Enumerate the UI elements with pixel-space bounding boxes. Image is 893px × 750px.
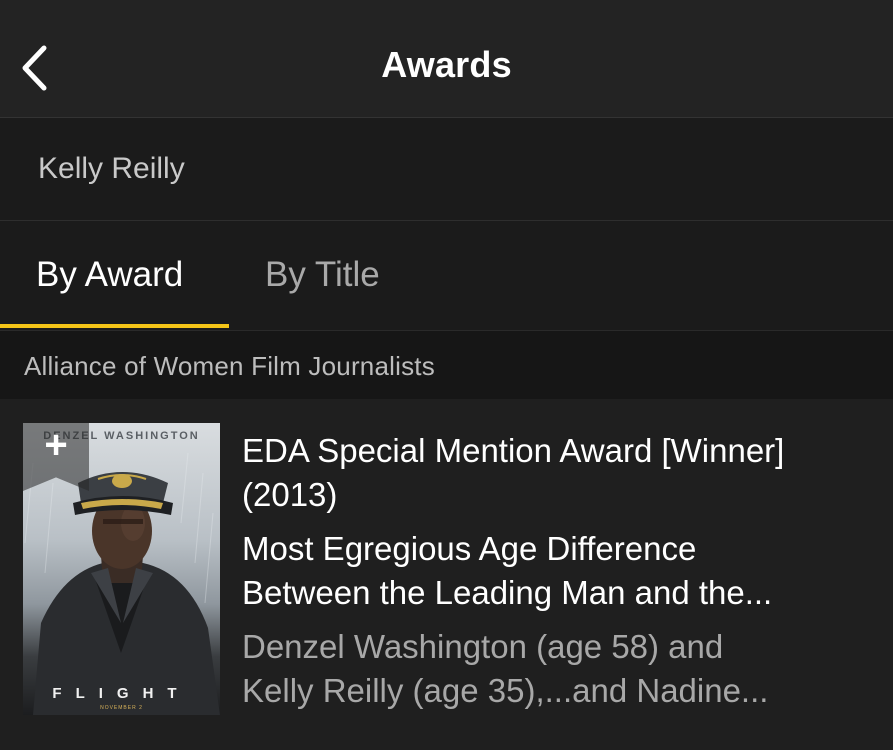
category-line: Most Egregious Age Difference [242, 530, 697, 567]
active-tab-indicator [0, 324, 229, 328]
tab-by-title[interactable]: By Title [229, 221, 429, 331]
tab-by-award[interactable]: By Award [0, 221, 229, 331]
award-year-line: (2013) [242, 476, 338, 513]
awards-screen: Awards Kelly Reilly By Award By Title Al… [0, 0, 893, 750]
award-details: EDA Special Mention Award [Winner] (2013… [242, 429, 872, 713]
recipients-line: Kelly Reilly (age 35),...and Nadine... [242, 672, 769, 709]
award-list-item[interactable]: DENZEL WASHINGTON FLIGHT NOVEMBER 2 + ED… [0, 399, 893, 737]
section-header: Alliance of Women Film Journalists [0, 331, 893, 399]
poster-title-text: FLIGHT [52, 685, 191, 702]
award-name-line: EDA Special Mention Award [Winner] [242, 432, 785, 469]
section-label: Alliance of Women Film Journalists [24, 351, 435, 381]
recipients-line: Denzel Washington (age 58) and [242, 628, 724, 665]
tab-label: By Award [36, 255, 184, 294]
award-category: Most Egregious Age Difference Between th… [242, 527, 872, 615]
award-name: EDA Special Mention Award [Winner] (2013… [242, 429, 872, 517]
tab-bar: By Award By Title [0, 221, 893, 331]
plus-icon: + [44, 423, 68, 467]
person-name: Kelly Reilly [38, 152, 185, 185]
poster-date-text: NOVEMBER 2 [100, 705, 143, 711]
page-title: Awards [381, 44, 512, 85]
category-line: Between the Leading Man and the... [242, 574, 773, 611]
tab-label: By Title [265, 255, 380, 294]
award-recipients: Denzel Washington (age 58) and Kelly Rei… [242, 625, 872, 713]
nav-header: Awards [0, 0, 893, 118]
person-row: Kelly Reilly [0, 118, 893, 221]
